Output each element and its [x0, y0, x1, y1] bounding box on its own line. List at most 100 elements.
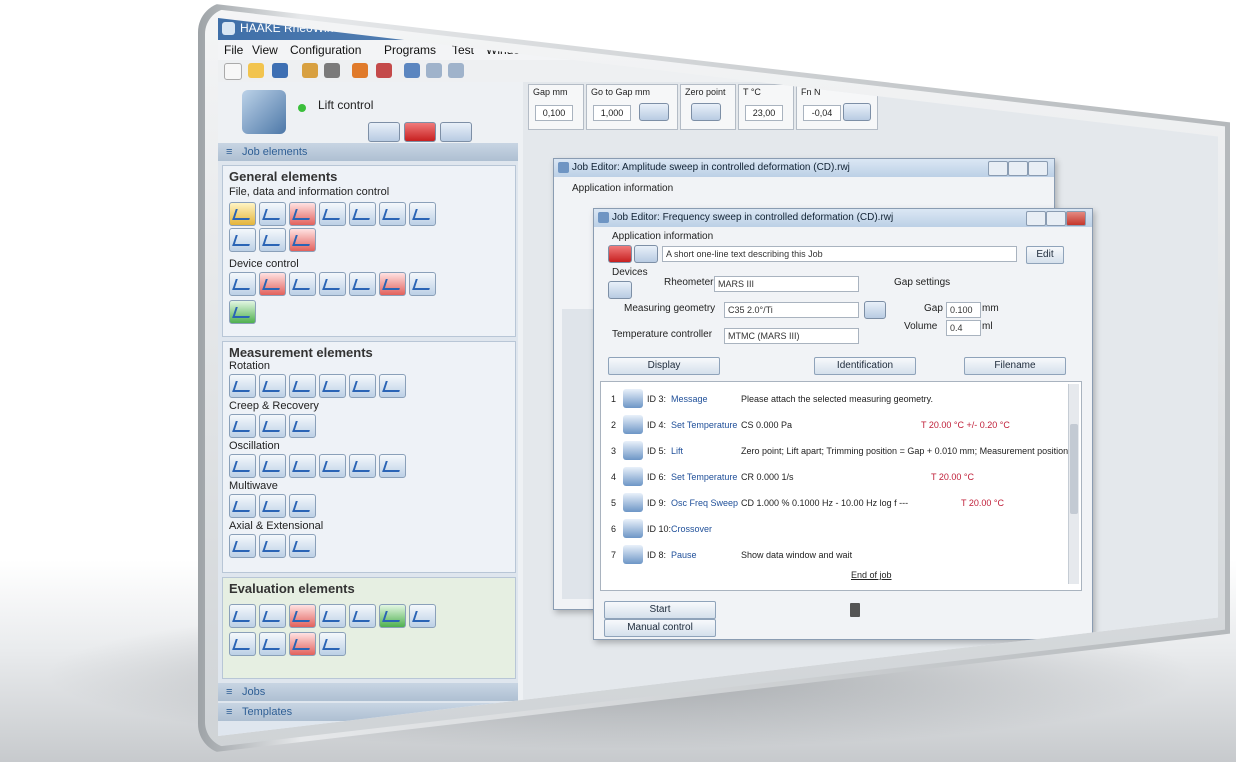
job-step-row[interactable]: 3 ID 5: Lift Zero point; Lift apart; Tri…	[601, 438, 1068, 464]
axial-2-icon[interactable]	[259, 534, 286, 558]
eval-7-icon[interactable]	[409, 604, 436, 628]
creep-recov-icon[interactable]	[289, 414, 316, 438]
temperature-icon[interactable]	[259, 272, 286, 296]
print-icon[interactable]	[229, 228, 256, 252]
rot-1-icon[interactable]	[229, 374, 256, 398]
rot-4-icon[interactable]	[319, 374, 346, 398]
gap-setting-input[interactable]: 0.100	[946, 302, 981, 318]
menu-programs[interactable]: Programs	[384, 43, 436, 57]
window-icon[interactable]	[404, 63, 420, 78]
filename-button[interactable]: Filename	[964, 357, 1066, 375]
back-close-button[interactable]	[1028, 161, 1048, 176]
osc-4-icon[interactable]	[319, 454, 346, 478]
rot-3-icon[interactable]	[289, 374, 316, 398]
multiwave-2-icon[interactable]	[259, 494, 286, 518]
menu-configuration[interactable]: Configuration	[290, 43, 361, 57]
measure-icon[interactable]	[352, 63, 368, 78]
lift-down-button[interactable]	[368, 122, 400, 142]
editor-maximize-button[interactable]	[1046, 211, 1066, 226]
osc-1-icon[interactable]	[229, 454, 256, 478]
menu-view[interactable]: View	[252, 43, 278, 57]
editor-minimize-button[interactable]	[1026, 211, 1046, 226]
set-icon[interactable]	[289, 272, 316, 296]
printer-icon[interactable]	[259, 228, 286, 252]
export-icon[interactable]	[289, 202, 316, 226]
save-icon[interactable]	[272, 63, 288, 78]
temp-ramp-icon[interactable]	[409, 272, 436, 296]
axial-1-icon[interactable]	[229, 534, 256, 558]
geometry-settings-button[interactable]	[864, 301, 886, 319]
creep-icon[interactable]	[229, 414, 256, 438]
osc-2-icon[interactable]	[259, 454, 286, 478]
gap-icon[interactable]	[349, 272, 376, 296]
osc-6-icon[interactable]	[379, 454, 406, 478]
wave-icon[interactable]	[379, 272, 406, 296]
tile-icon[interactable]	[448, 63, 464, 78]
edit-button[interactable]: Edit	[1026, 246, 1064, 264]
back-maximize-button[interactable]	[1008, 161, 1028, 176]
eval-11-icon[interactable]	[319, 632, 346, 656]
info-icon[interactable]	[608, 245, 632, 263]
volume-input[interactable]: 0.4	[946, 320, 981, 336]
jobs-header[interactable]: ≡ Jobs	[218, 683, 518, 701]
job-step-row[interactable]: 4 ID 6: Set Temperature CR 0.000 1/s T 2…	[601, 464, 1061, 490]
device-icon[interactable]	[324, 63, 340, 78]
goto-gap-button[interactable]	[639, 103, 669, 121]
rot-2-icon[interactable]	[259, 374, 286, 398]
save-data-icon[interactable]	[259, 202, 286, 226]
recov-icon[interactable]	[259, 414, 286, 438]
temp-controller-select[interactable]: MTMC (MARS III)	[724, 328, 859, 344]
osc-5-icon[interactable]	[349, 454, 376, 478]
start-button[interactable]: Start	[604, 601, 716, 619]
rheometer-select[interactable]: MARS III	[714, 276, 859, 292]
report-icon[interactable]	[379, 202, 406, 226]
eval-5-icon[interactable]	[349, 604, 376, 628]
edit-icon[interactable]	[319, 202, 346, 226]
eval-9-icon[interactable]	[259, 632, 286, 656]
job-step-row[interactable]: 2 ID 4: Set Temperature CS 0.000 Pa T 20…	[601, 412, 1061, 438]
multiwave-1-icon[interactable]	[229, 494, 256, 518]
editor-close-button[interactable]	[1066, 211, 1086, 226]
open-job-icon[interactable]	[229, 202, 256, 226]
run-icon[interactable]	[289, 228, 316, 252]
lift-icon[interactable]	[229, 272, 256, 296]
step-list-scrollbar[interactable]	[1068, 384, 1079, 584]
tool-icon[interactable]	[302, 63, 318, 78]
back-window-titlebar[interactable]: Job Editor: Amplitude sweep in controlle…	[554, 159, 1054, 177]
job-step-row[interactable]: 1 ID 3: Message Please attach the select…	[601, 386, 1061, 412]
multiwave-3-icon[interactable]	[289, 494, 316, 518]
eval-8-icon[interactable]	[229, 632, 256, 656]
eval-2-icon[interactable]	[259, 604, 286, 628]
job-elements-header[interactable]: ≡ Job elements	[218, 143, 518, 161]
eval-10-icon[interactable]	[289, 632, 316, 656]
chart-icon[interactable]	[376, 63, 392, 78]
zero-icon[interactable]	[319, 272, 346, 296]
description-field[interactable]: A short one-line text describing this Jo…	[662, 246, 1017, 262]
rot-5-icon[interactable]	[349, 374, 376, 398]
manual-control-button[interactable]: Manual control	[604, 619, 716, 637]
device-toggle-icon[interactable]	[229, 300, 256, 324]
back-minimize-button[interactable]	[988, 161, 1008, 176]
eval-1-icon[interactable]	[229, 604, 256, 628]
lift-stop-button[interactable]	[404, 122, 436, 142]
display-button[interactable]: Display	[608, 357, 720, 375]
scroll-thumb[interactable]	[1070, 424, 1078, 514]
lift-up-button[interactable]	[440, 122, 472, 142]
description-icon[interactable]	[634, 245, 658, 263]
eval-3-icon[interactable]	[289, 604, 316, 628]
osc-3-icon[interactable]	[289, 454, 316, 478]
job-step-row[interactable]: 5 ID 9: Osc Freq Sweep CD 1.000 % 0.1000…	[601, 490, 1061, 516]
force-reset-button[interactable]	[843, 103, 871, 121]
open-folder-icon[interactable]	[248, 63, 264, 78]
message-icon[interactable]	[349, 202, 376, 226]
editor-titlebar[interactable]: Job Editor: Frequency sweep in controlle…	[594, 209, 1092, 227]
eval-4-icon[interactable]	[319, 604, 346, 628]
goto-gap-input[interactable]: 1,000	[593, 105, 631, 121]
geometry-select[interactable]: C35 2.0°/Ti	[724, 302, 859, 318]
eval-6-icon[interactable]	[379, 604, 406, 628]
ser-icon[interactable]	[289, 534, 316, 558]
menu-file[interactable]: File	[224, 43, 243, 57]
job-step-row[interactable]: 6 ID 10: Crossover	[601, 516, 1061, 542]
trash-icon[interactable]	[850, 603, 860, 617]
graph-icon[interactable]	[409, 202, 436, 226]
